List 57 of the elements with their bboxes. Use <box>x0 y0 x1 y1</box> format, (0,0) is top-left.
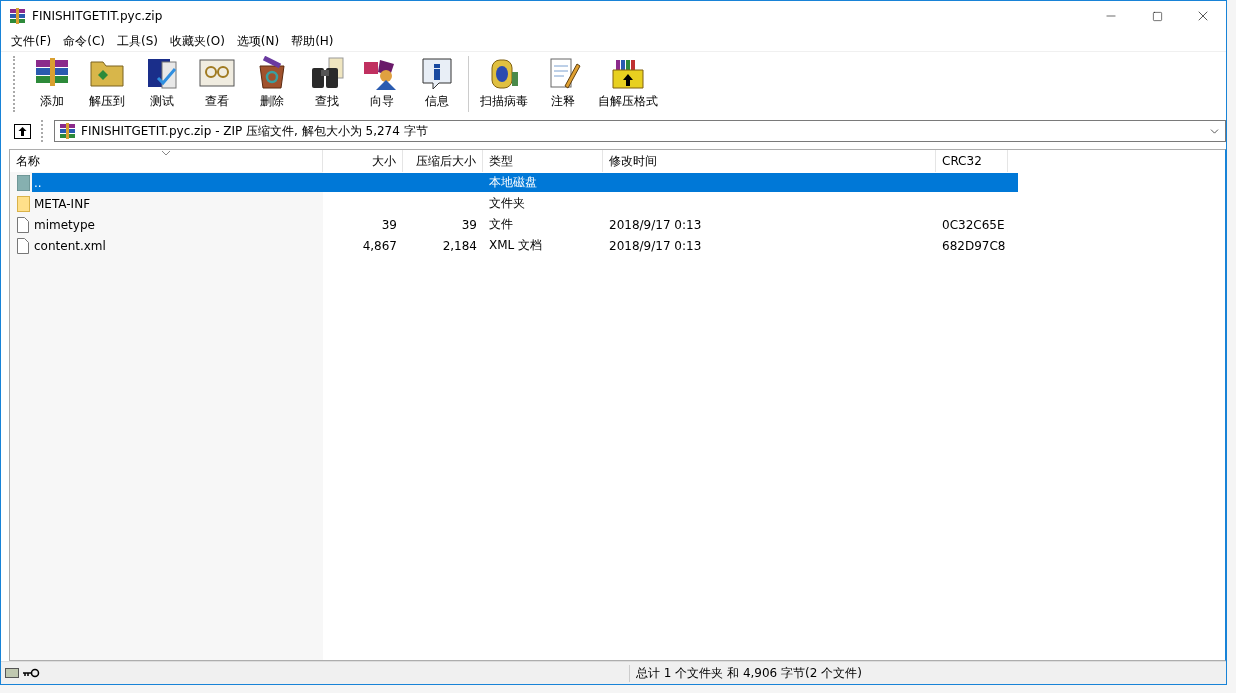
menu-item[interactable]: 命令(C) <box>57 32 111 50</box>
toolbar-button[interactable]: 注释 <box>535 52 590 116</box>
selected-row[interactable]: .. 本地磁盘 <box>32 173 1018 192</box>
name-cell-text: mimetype <box>33 216 96 234</box>
column-header[interactable]: 大小 <box>323 150 403 172</box>
glasses-book-icon <box>196 56 237 90</box>
table-cell-text: 0C32C65E <box>941 216 1006 234</box>
table-cell-text: 39 <box>380 216 398 234</box>
file-icon <box>17 237 29 254</box>
table-cell-text: 39 <box>460 216 478 234</box>
sort-icon <box>161 150 171 156</box>
menu-item[interactable]: 选项(N) <box>230 32 286 50</box>
table-row[interactable]: content.xml 4,867 2,184 XML 文档 2018/9/17 0:13 682D97C8 <box>32 236 1018 255</box>
archive-icon <box>59 123 76 139</box>
key-icon <box>22 667 40 679</box>
toolbar-button[interactable]: 向导 <box>354 52 409 116</box>
toolbar-button[interactable]: 查找 <box>299 52 354 116</box>
column-header[interactable]: 类型 <box>483 150 603 172</box>
address-field[interactable]: FINISHITGETIT.pyc.zip - ZIP 压缩文件, 解包大小为 5,274 字节 <box>54 120 1226 142</box>
name-cell-text: META-INF <box>33 195 92 213</box>
drive-icon <box>16 174 30 191</box>
file-icon <box>17 216 29 233</box>
table-cell-text: 本地磁盘 <box>488 174 538 191</box>
menu-item[interactable]: 帮助(H) <box>285 32 340 50</box>
folder-icon <box>16 195 30 212</box>
toolbar-button[interactable]: 查看 <box>189 52 244 116</box>
toolbar-button[interactable]: 自解压格式 <box>590 52 665 116</box>
archive-icon <box>9 8 26 24</box>
toolbar-button[interactable]: 添加 <box>24 52 79 116</box>
toolbar-button[interactable]: 扫描病毒 <box>473 52 535 116</box>
column-header[interactable]: 名称 <box>10 150 323 172</box>
column-header[interactable]: CRC32 <box>936 150 1008 172</box>
name-cell-text: content.xml <box>33 237 107 255</box>
maximize-icon <box>1151 10 1163 22</box>
toolbar-button[interactable]: 信息 <box>409 52 464 116</box>
menu-item[interactable]: 收藏夹(O) <box>164 32 231 50</box>
table-cell-text: XML 文档 <box>488 237 544 254</box>
table-cell-text: 682D97C8 <box>941 237 1007 255</box>
toolbar-button[interactable]: 测试 <box>134 52 189 116</box>
table-row[interactable]: META-INF 文件夹 <box>32 194 1018 213</box>
table-cell-text: 文件夹 <box>488 195 526 212</box>
toolbar-button[interactable]: 删除 <box>244 52 299 116</box>
menu-item[interactable]: 文件(F) <box>5 32 58 50</box>
table-cell-text: 2018/9/17 0:13 <box>608 237 703 255</box>
menu-item[interactable]: 工具(S) <box>111 32 164 50</box>
name-cell-text: .. <box>33 174 43 192</box>
table-cell-text: 文件 <box>488 216 514 233</box>
column-header[interactable]: 压缩后大小 <box>403 150 483 172</box>
table-cell-text: 2018/9/17 0:13 <box>608 216 703 234</box>
status-text: 总计 1 个文件夹 和 4,906 字节(2 个文件) <box>629 664 1226 682</box>
table-cell-text: 2,184 <box>441 237 478 255</box>
column-header[interactable]: 修改时间 <box>603 150 936 172</box>
table-cell-text: 4,867 <box>361 237 398 255</box>
up-folder-button[interactable] <box>11 121 33 141</box>
window-title: FINISHITGETIT.pyc.zip <box>32 9 164 23</box>
table-row[interactable]: mimetype 39 39 文件 2018/9/17 0:13 0C32C65E <box>32 215 1018 234</box>
toolbar-button[interactable]: 解压到 <box>79 52 134 116</box>
